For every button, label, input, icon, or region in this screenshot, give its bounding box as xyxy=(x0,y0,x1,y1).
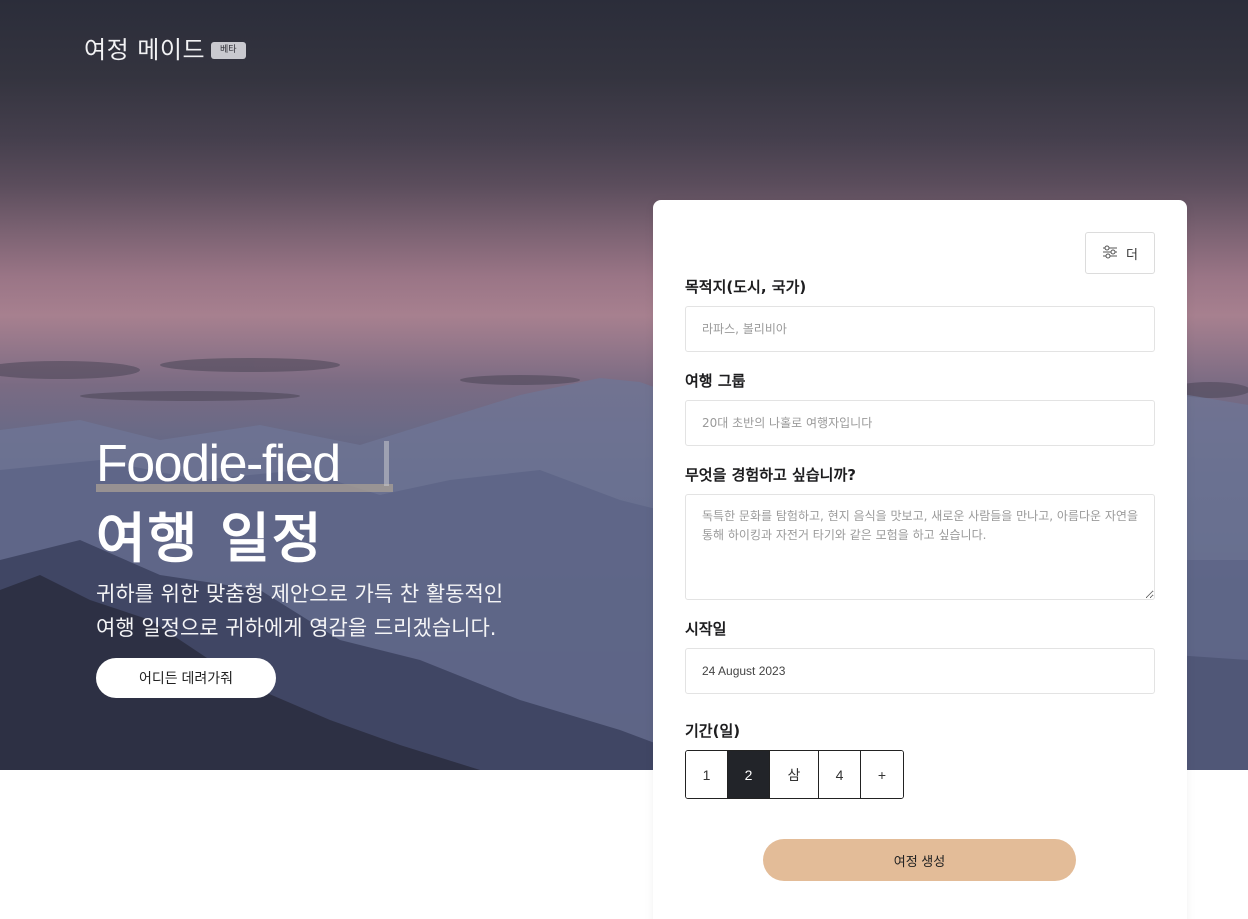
duration-option-4[interactable]: 4 xyxy=(819,751,861,798)
travel-group-input[interactable] xyxy=(685,400,1155,446)
typing-caret xyxy=(384,441,389,486)
travel-group-label: 여행 그룹 xyxy=(685,372,746,390)
brand-name: 여정 메이드 xyxy=(84,36,206,64)
experience-label: 무엇을 경험하고 싶습니까? xyxy=(685,466,856,484)
brand[interactable]: 여정 메이드 베타 xyxy=(84,30,246,65)
duration-option-more[interactable]: + xyxy=(861,751,903,798)
hero-subtitle: 귀하를 위한 맞춤형 제안으로 가득 찬 활동적인 여행 일정으로 귀하에게 영… xyxy=(96,577,536,645)
destination-label: 목적지(도시, 국가) xyxy=(685,278,807,296)
take-me-anywhere-button[interactable]: 어디든 데려가줘 xyxy=(96,658,276,698)
more-options-button[interactable]: 더 xyxy=(1085,232,1155,274)
hero-subtitle-line1: 귀하를 위한 맞춤형 제안으로 가득 찬 활동적인 xyxy=(96,582,504,606)
duration-selector: 1 2 삼 4 + xyxy=(685,750,904,799)
duration-option-1[interactable]: 1 xyxy=(686,751,728,798)
start-date-label: 시작일 xyxy=(685,620,727,638)
beta-badge: 베타 xyxy=(211,42,246,59)
more-options-label: 더 xyxy=(1126,246,1138,262)
sliders-icon xyxy=(1102,245,1118,262)
duration-option-2[interactable]: 2 xyxy=(728,751,770,798)
experience-textarea[interactable] xyxy=(685,494,1155,600)
hero-title-ko: 여행 일정 xyxy=(96,507,324,570)
destination-input[interactable] xyxy=(685,306,1155,352)
start-date-input[interactable] xyxy=(685,648,1155,694)
duration-option-3[interactable]: 삼 xyxy=(770,751,819,798)
itinerary-form-card: 더 목적지(도시, 국가) 여행 그룹 무엇을 경험하고 싶습니까? 시작일 기… xyxy=(653,200,1187,919)
hero-title-en: Foodie-fied xyxy=(96,435,341,493)
create-itinerary-button[interactable]: 여정 생성 xyxy=(763,839,1076,881)
hero-subtitle-line2: 여행 일정으로 귀하에게 영감을 드리겠습니다. xyxy=(96,616,497,640)
duration-label: 기간(일) xyxy=(685,722,741,740)
